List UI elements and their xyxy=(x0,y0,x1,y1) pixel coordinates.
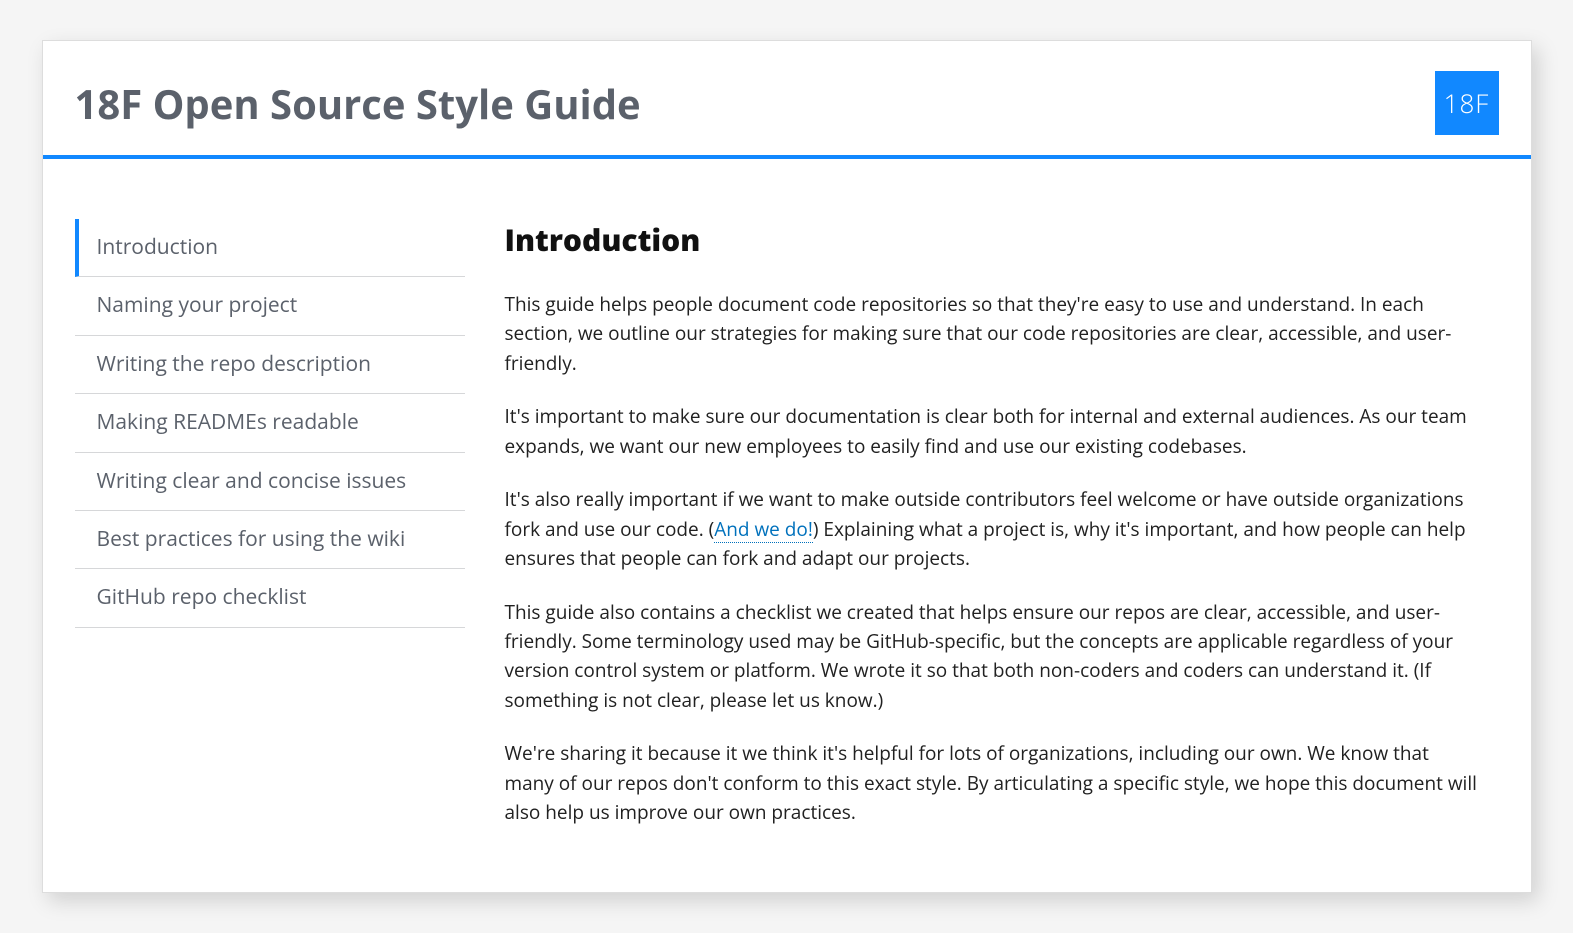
nav-item-label: Writing the repo description xyxy=(97,350,371,378)
logo-18f[interactable]: 18F xyxy=(1435,71,1499,135)
paragraph-4: This guide also contains a checklist we … xyxy=(505,598,1479,716)
nav-item-label: GitHub repo checklist xyxy=(97,583,307,611)
nav-item-checklist[interactable]: GitHub repo checklist xyxy=(75,569,465,627)
nav-item-label: Making READMEs readable xyxy=(97,408,359,436)
site-title: 18F Open Source Style Guide xyxy=(75,76,641,131)
nav-item-issues[interactable]: Writing clear and concise issues xyxy=(75,453,465,511)
content-heading: Introduction xyxy=(505,219,1479,260)
page-container: 18F Open Source Style Guide 18F Introduc… xyxy=(42,40,1532,893)
link-and-we-do[interactable]: And we do! xyxy=(714,516,813,543)
nav-item-readmes[interactable]: Making READMEs readable xyxy=(75,394,465,452)
content-article: Introduction This guide helps people doc… xyxy=(505,219,1499,852)
paragraph-3: It's also really important if we want to… xyxy=(505,485,1479,573)
nav-item-naming[interactable]: Naming your project xyxy=(75,277,465,335)
nav-item-repo-description[interactable]: Writing the repo description xyxy=(75,336,465,394)
paragraph-1: This guide helps people document code re… xyxy=(505,290,1479,378)
nav-item-wiki[interactable]: Best practices for using the wiki xyxy=(75,511,465,569)
nav-item-label: Best practices for using the wiki xyxy=(97,525,406,553)
sidebar-nav: Introduction Naming your project Writing… xyxy=(75,219,465,852)
header: 18F Open Source Style Guide 18F xyxy=(43,41,1531,155)
nav-item-introduction[interactable]: Introduction xyxy=(75,219,465,277)
nav-item-label: Naming your project xyxy=(97,291,298,319)
nav-item-label: Introduction xyxy=(97,233,219,261)
nav-list: Introduction Naming your project Writing… xyxy=(75,219,465,628)
paragraph-5: We're sharing it because it we think it'… xyxy=(505,739,1479,827)
paragraph-2: It's important to make sure our document… xyxy=(505,402,1479,461)
nav-item-label: Writing clear and concise issues xyxy=(97,467,407,495)
logo-text: 18F xyxy=(1444,85,1490,121)
main: Introduction Naming your project Writing… xyxy=(43,159,1531,892)
